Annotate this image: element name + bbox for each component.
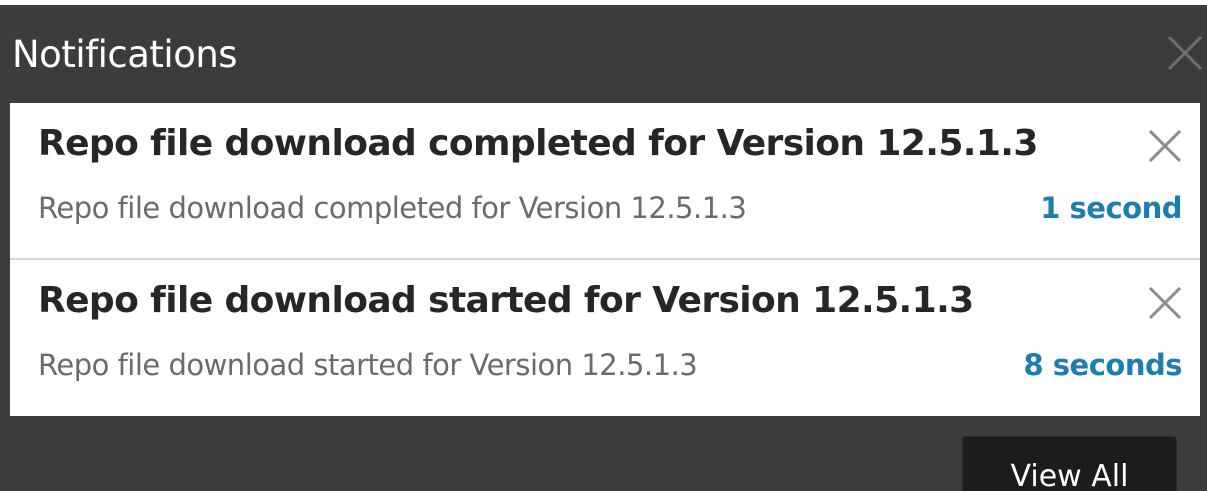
panel-title: Notifications <box>12 33 238 76</box>
view-all-button[interactable]: View All <box>962 436 1177 491</box>
notification-list: Repo file download completed for Version… <box>10 103 1200 416</box>
notification-time: 1 second <box>1040 191 1182 225</box>
dismiss-icon[interactable] <box>1146 127 1184 165</box>
notifications-panel: Notifications Repo file download complet… <box>0 5 1207 491</box>
panel-header: Notifications <box>0 5 1207 103</box>
notification-title: Repo file download started for Version 1… <box>38 280 974 321</box>
notification-time: 8 seconds <box>1023 348 1183 382</box>
view-all-label: View All <box>1010 459 1129 491</box>
notification-description: Repo file download completed for Version… <box>38 191 747 225</box>
notification-title: Repo file download completed for Version… <box>38 123 1038 164</box>
notification-description: Repo file download started for Version 1… <box>38 348 698 382</box>
notification-item[interactable]: Repo file download completed for Version… <box>10 103 1200 258</box>
close-icon[interactable] <box>1165 33 1205 73</box>
dismiss-icon[interactable] <box>1146 284 1184 322</box>
notification-item[interactable]: Repo file download started for Version 1… <box>10 258 1200 416</box>
